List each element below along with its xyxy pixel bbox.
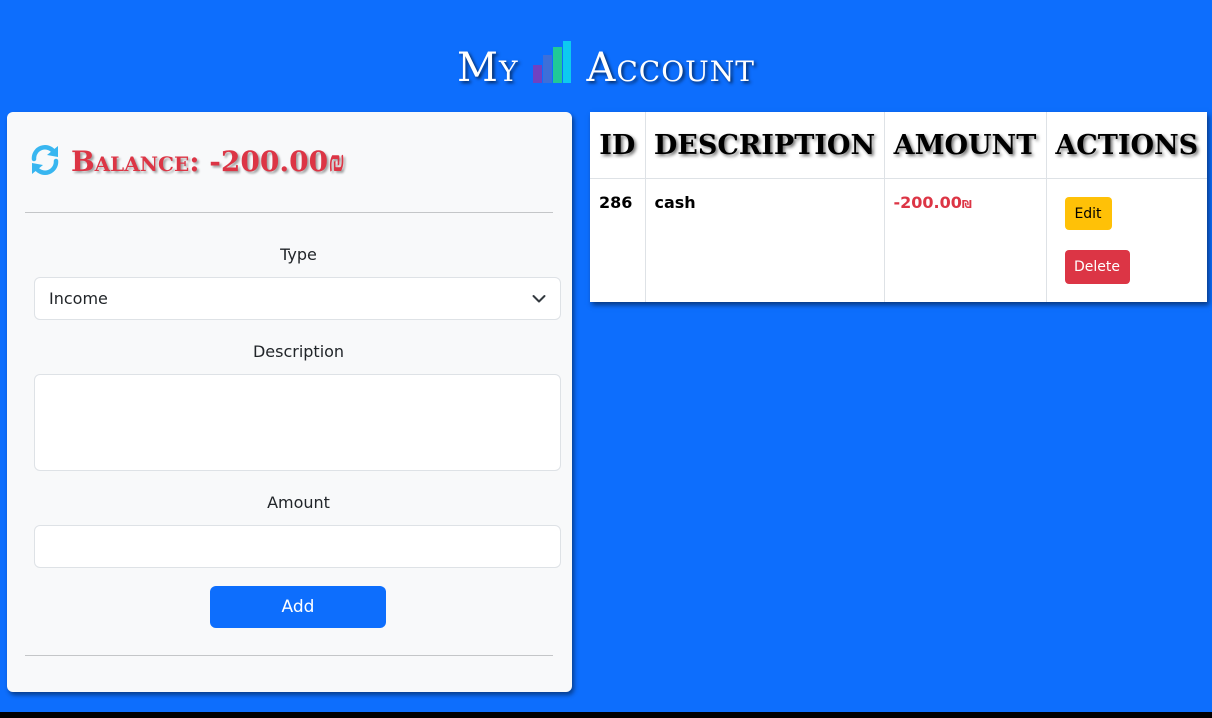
cell-amount: -200.00₪	[883, 178, 1047, 302]
column-header-amount: AMOUNT	[883, 112, 1047, 179]
refresh-icon[interactable]	[27, 142, 63, 182]
currency-symbol: ₪	[961, 198, 972, 211]
amount-input[interactable]	[34, 525, 561, 568]
page-background: My Account Balance: -200.00₪ Type Income…	[0, 0, 1212, 712]
add-button[interactable]: Add	[210, 586, 386, 628]
table-header-row: ID DESCRIPTION AMOUNT ACTIONS	[590, 112, 1207, 179]
type-select[interactable]: Income	[34, 277, 561, 320]
page-title: My Account	[0, 40, 1212, 100]
description-textarea[interactable]	[34, 374, 561, 471]
description-label: Description	[252, 342, 345, 361]
column-header-id: ID	[590, 112, 646, 179]
chevron-down-icon	[532, 289, 546, 308]
title-right: Account	[586, 45, 755, 91]
edit-button[interactable]: Edit	[1064, 197, 1112, 230]
cell-id: 286	[590, 178, 646, 302]
delete-button[interactable]: Delete	[1064, 250, 1130, 284]
transaction-form-panel: Balance: -200.00₪ Type Income Descriptio…	[7, 112, 572, 692]
column-header-description: DESCRIPTION	[644, 112, 885, 179]
type-select-value: Income	[49, 289, 108, 308]
balance-header: Balance: -200.00₪	[27, 142, 345, 182]
bar-chart-icon	[532, 41, 572, 100]
balance-text: Balance: -200.00₪	[71, 145, 346, 178]
type-label: Type	[280, 245, 317, 264]
table-row: 286 cash -200.00₪ Edit Delete	[590, 178, 1207, 302]
cell-description: cash	[644, 178, 885, 302]
title-left: My	[457, 45, 519, 91]
transactions-table: ID DESCRIPTION AMOUNT ACTIONS 286 cash -…	[590, 112, 1207, 302]
column-header-actions: ACTIONS	[1045, 112, 1207, 179]
divider	[25, 655, 553, 656]
amount-value: -200.00	[893, 193, 962, 212]
divider	[25, 212, 553, 213]
cell-actions: Edit Delete	[1045, 178, 1207, 302]
amount-label: Amount	[267, 493, 330, 512]
